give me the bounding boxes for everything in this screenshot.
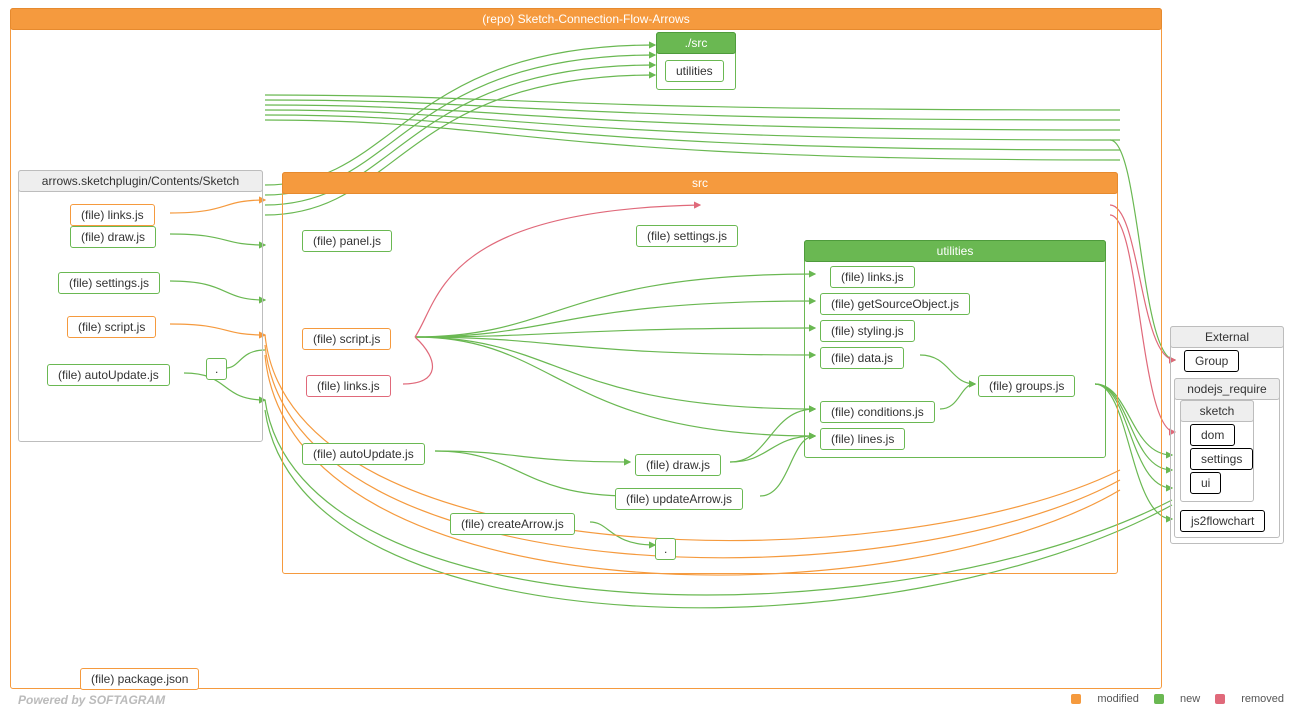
- sketchplugin-title: arrows.sketchplugin/Contents/Sketch: [18, 170, 263, 192]
- sketch-ui[interactable]: ui: [1190, 472, 1221, 494]
- util-conditions[interactable]: (file) conditions.js: [820, 401, 935, 423]
- js2flowchart[interactable]: js2flowchart: [1180, 510, 1265, 532]
- dot-src[interactable]: .: [655, 538, 676, 560]
- repo-title: (repo) Sketch-Connection-Flow-Arrows: [10, 8, 1162, 30]
- sketch-dom[interactable]: dom: [1190, 424, 1235, 446]
- util-data[interactable]: (file) data.js: [820, 347, 904, 369]
- file-updatearrow[interactable]: (file) updateArrow.js: [615, 488, 743, 510]
- src-ref-utilities[interactable]: utilities: [665, 60, 724, 82]
- legend: modified new removed: [1059, 693, 1284, 707]
- sketch-settings[interactable]: settings: [1190, 448, 1253, 470]
- external-title: External: [1170, 326, 1284, 348]
- file-script[interactable]: (file) script.js: [302, 328, 391, 350]
- external-group[interactable]: Group: [1184, 350, 1239, 372]
- legend-new: new: [1154, 693, 1200, 705]
- sketch-title: sketch: [1180, 400, 1254, 422]
- util-links[interactable]: (file) links.js: [830, 266, 915, 288]
- file-panel[interactable]: (file) panel.js: [302, 230, 392, 252]
- file-autoupdate-old[interactable]: (file) autoUpdate.js: [47, 364, 170, 386]
- dot-old[interactable]: .: [206, 358, 227, 380]
- file-settings-old[interactable]: (file) settings.js: [58, 272, 160, 294]
- file-createarrow[interactable]: (file) createArrow.js: [450, 513, 575, 535]
- nodejs-title: nodejs_require: [1174, 378, 1280, 400]
- src-title: src: [282, 172, 1118, 194]
- utilities-title: utilities: [804, 240, 1106, 262]
- file-settings[interactable]: (file) settings.js: [636, 225, 738, 247]
- src-ref-title: ./src: [656, 32, 736, 54]
- file-links-old[interactable]: (file) links.js: [70, 204, 155, 226]
- footer-powered-by: Powered by SOFTAGRAM: [18, 693, 165, 707]
- diagram-canvas: { "repo": { "title": "(repo) Sketch-Conn…: [0, 0, 1296, 713]
- file-draw-old[interactable]: (file) draw.js: [70, 226, 156, 248]
- file-autoupdate[interactable]: (file) autoUpdate.js: [302, 443, 425, 465]
- legend-removed: removed: [1215, 693, 1284, 705]
- file-links-removed[interactable]: (file) links.js: [306, 375, 391, 397]
- legend-modified: modified: [1071, 693, 1139, 705]
- file-script-old[interactable]: (file) script.js: [67, 316, 156, 338]
- util-groups[interactable]: (file) groups.js: [978, 375, 1075, 397]
- file-package-json[interactable]: (file) package.json: [80, 668, 199, 690]
- util-styling[interactable]: (file) styling.js: [820, 320, 915, 342]
- util-lines[interactable]: (file) lines.js: [820, 428, 905, 450]
- file-draw[interactable]: (file) draw.js: [635, 454, 721, 476]
- util-getsourceobject[interactable]: (file) getSourceObject.js: [820, 293, 970, 315]
